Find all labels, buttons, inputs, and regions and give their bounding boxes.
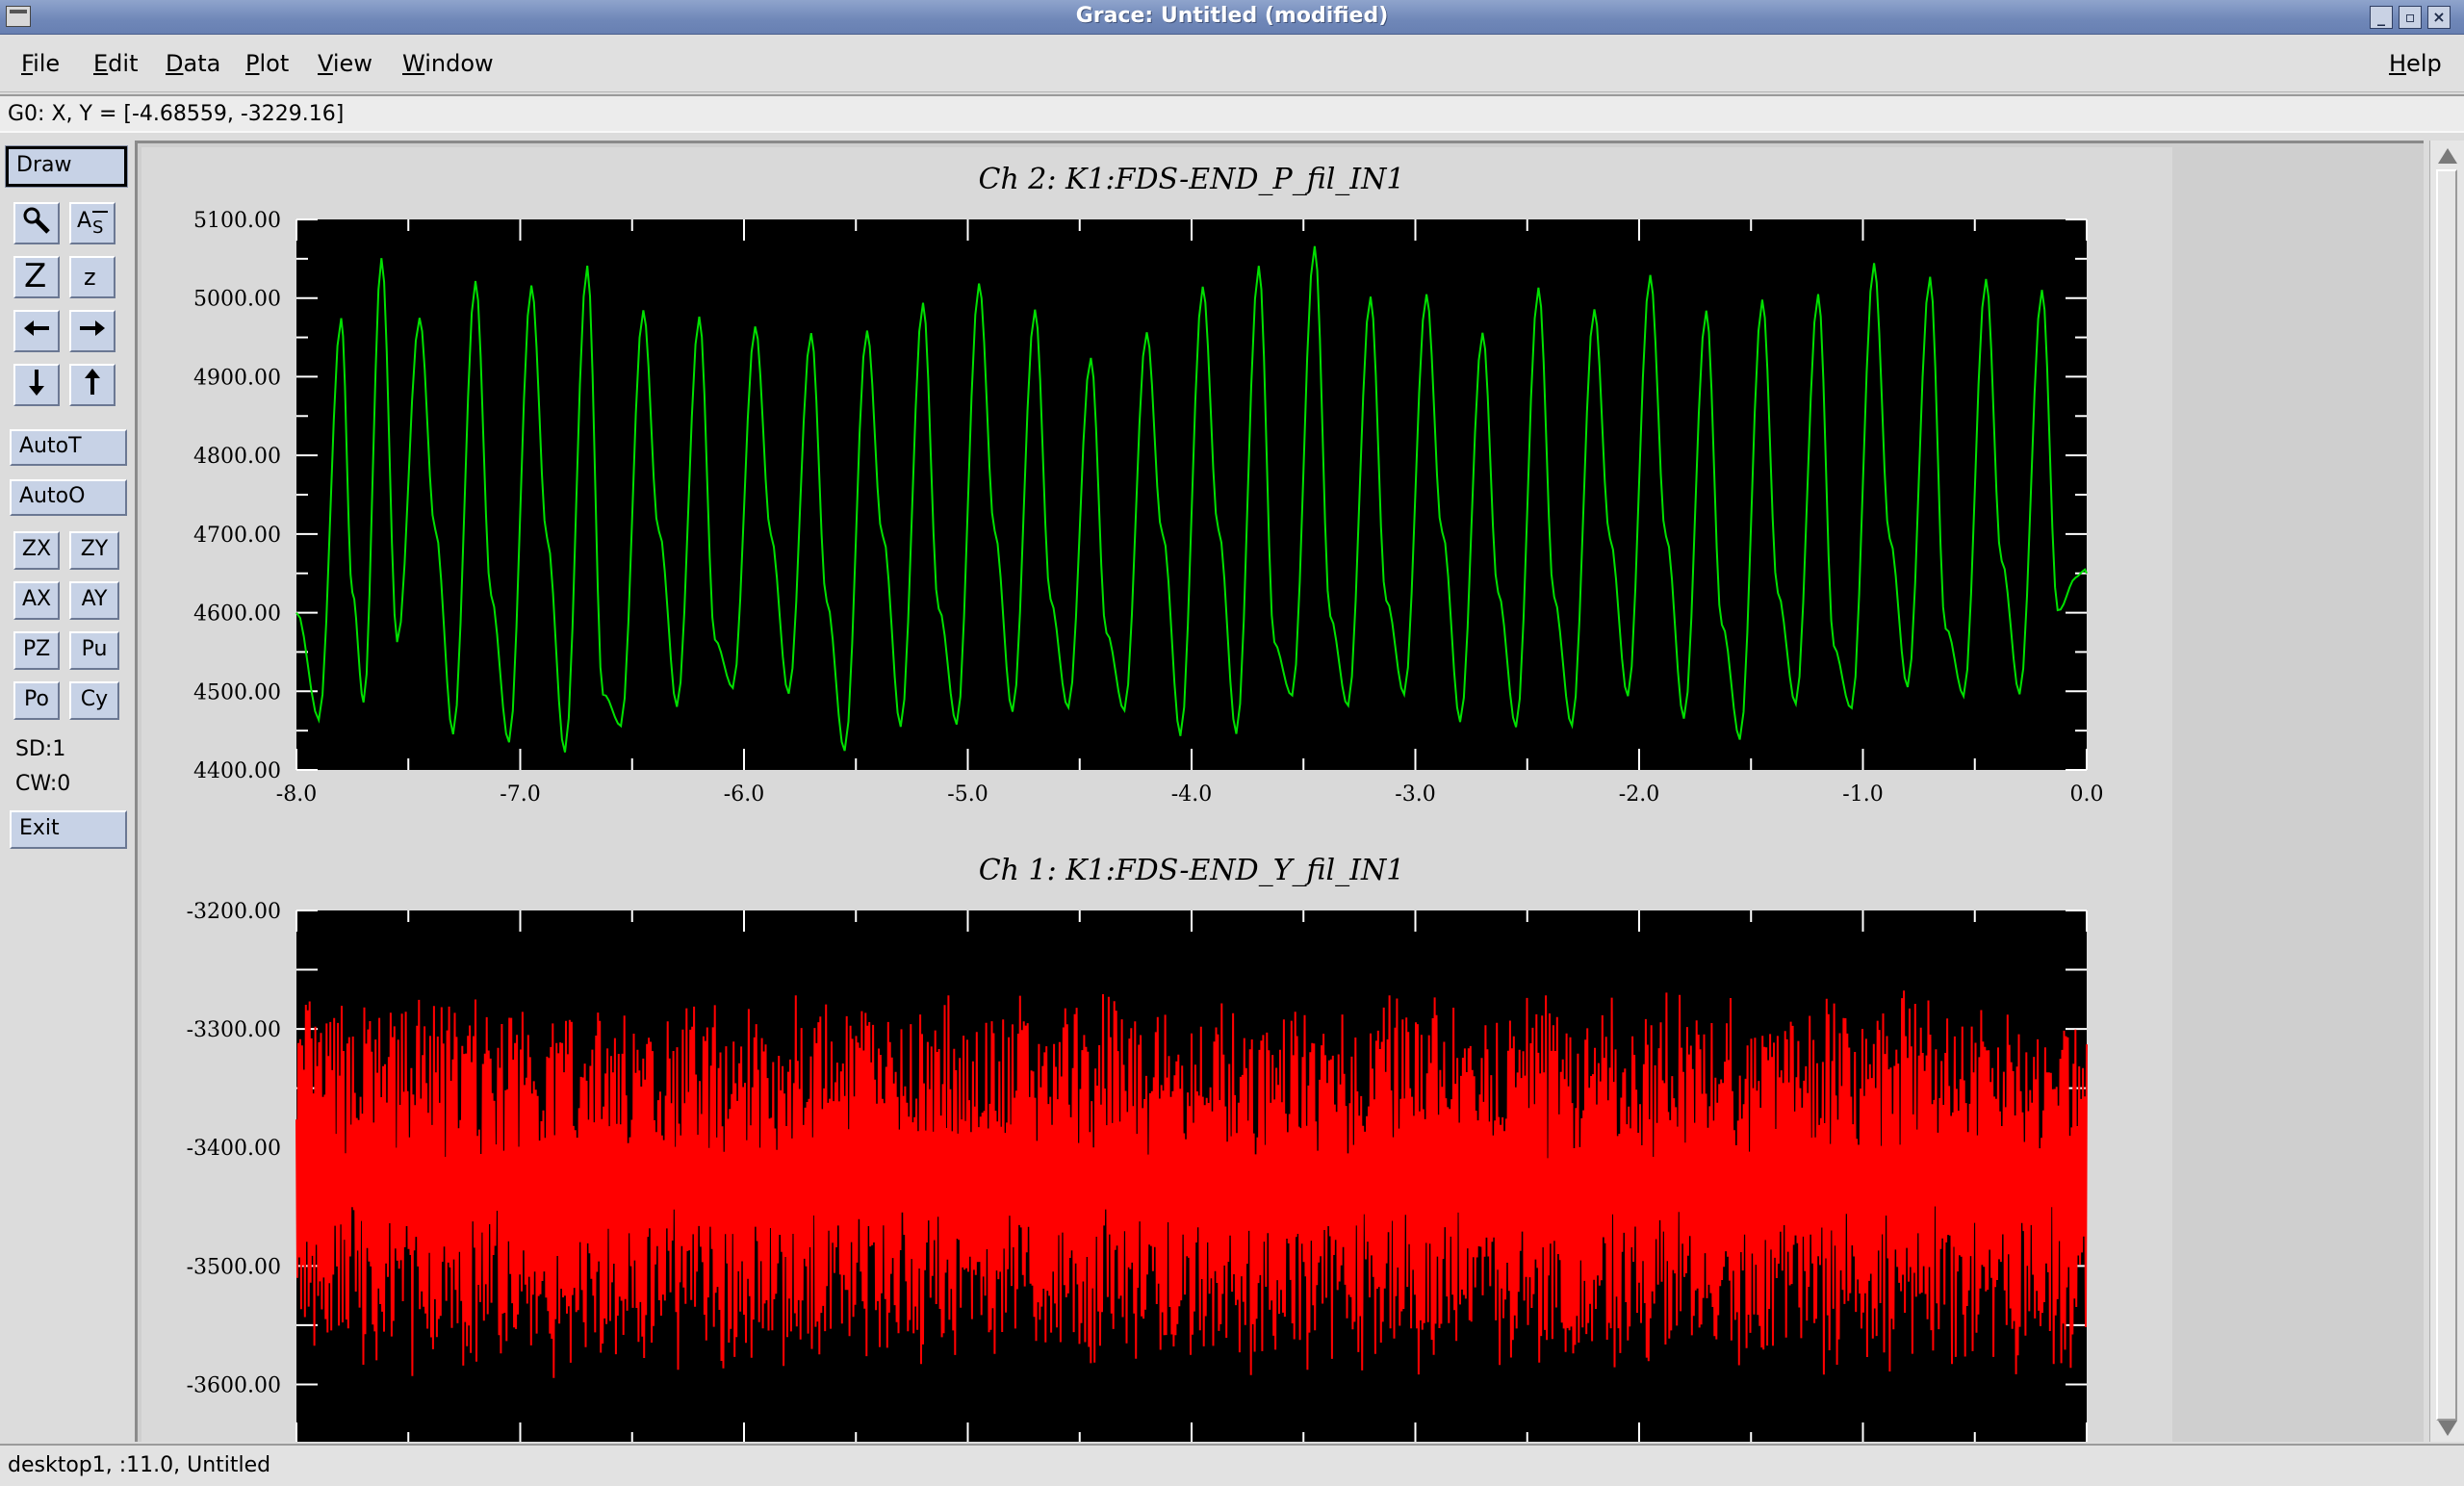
zoom-in-icon[interactable]: Z — [13, 256, 60, 298]
svg-text:z: z — [84, 264, 96, 291]
zoom-y-button[interactable]: ZY — [69, 531, 119, 570]
scroll-thumb[interactable] — [2436, 169, 2457, 1421]
zoom-out-icon[interactable]: z — [69, 256, 116, 298]
arrow-down-icon[interactable] — [13, 364, 60, 406]
menu-window[interactable]: Window — [402, 50, 494, 77]
y-tick-label: -3300.00 — [187, 1018, 281, 1042]
pop-button[interactable]: Po — [13, 681, 60, 720]
scroll-down-icon[interactable] — [2438, 1421, 2457, 1436]
scroll-up-icon[interactable] — [2438, 148, 2457, 164]
x-tick-label: -8.0 — [276, 782, 317, 807]
window-title: Grace: Untitled (modified) — [1075, 4, 1389, 28]
vertical-scrollbar[interactable] — [2429, 141, 2464, 1442]
arrow-up-icon[interactable] — [69, 364, 116, 406]
autotick-button[interactable]: AutoT — [10, 429, 127, 466]
autoscale-y-button[interactable]: AY — [69, 581, 119, 620]
magnify-icon[interactable] — [13, 202, 60, 244]
y-tick-label: 5100.00 — [193, 209, 281, 233]
y-tick-label: -3500.00 — [187, 1255, 281, 1279]
plot-canvas[interactable]: Ch 2: K1:FDS-END_P_fil_IN1 4400.00 4500.00… — [135, 141, 2424, 1442]
maximize-button[interactable]: ▫ — [2399, 6, 2422, 29]
y-tick-label: 4400.00 — [193, 759, 281, 783]
autoscale-x-button[interactable]: AX — [13, 581, 60, 620]
push-button[interactable]: Pu — [69, 631, 119, 670]
x-tick-label: -6.0 — [724, 782, 764, 807]
cycle-button[interactable]: Cy — [69, 681, 119, 720]
locator-bar: G0: X, Y = [-4.68559, -3229.16] — [0, 94, 2464, 133]
exit-button[interactable]: Exit — [10, 810, 127, 849]
arrow-left-icon[interactable] — [13, 310, 60, 352]
y-tick-label: -3600.00 — [187, 1373, 281, 1397]
stack-depth-label: SD:1 — [15, 737, 66, 761]
chart-title: Ch 2: K1:FDS-END_P_fil_IN1 — [979, 163, 1405, 196]
x-tick-label: -7.0 — [500, 782, 540, 807]
current-world-label: CW:0 — [15, 772, 71, 796]
y-tick-label: 4700.00 — [193, 524, 281, 548]
svg-text:Z: Z — [24, 258, 46, 291]
y-tick-label: 4600.00 — [193, 602, 281, 627]
push-zoom-button[interactable]: PZ — [13, 631, 60, 670]
x-tick-label: -4.0 — [1171, 782, 1212, 807]
chart-title: Ch 1: K1:FDS-END_Y_fil_IN1 — [979, 854, 1405, 887]
minimize-button[interactable]: _ — [2370, 6, 2393, 29]
close-button[interactable]: × — [2427, 6, 2451, 29]
graph-area[interactable]: Ch 2: K1:FDS-END_P_fil_IN1 4400.00 4500.00… — [138, 143, 2424, 1442]
menu-edit[interactable]: Edit — [93, 50, 138, 77]
window-title-bar[interactable]: Grace: Untitled (modified) _ ▫ × — [0, 0, 2464, 35]
menu-file[interactable]: File — [21, 50, 60, 77]
tool-panel: Draw AS Z z AutoT AutoO ZX ZY AX AY PZ P… — [0, 137, 133, 1442]
menu-bar: File Edit Data Plot View Window Help — [0, 35, 2464, 92]
x-tick-label: -3.0 — [1395, 782, 1435, 807]
status-text: desktop1, :11.0, Untitled — [8, 1453, 271, 1477]
y-tick-label: 4900.00 — [193, 366, 281, 390]
x-tick-label: -2.0 — [1619, 782, 1659, 807]
arrow-right-icon[interactable] — [69, 310, 116, 352]
autoscale-string-icon[interactable]: AS — [69, 202, 116, 244]
locator-text: G0: X, Y = [-4.68559, -3229.16] — [8, 102, 345, 126]
zoom-x-button[interactable]: ZX — [13, 531, 60, 570]
x-tick-label: -1.0 — [1842, 782, 1883, 807]
y-tick-label: 4500.00 — [193, 680, 281, 705]
svg-text:A: A — [77, 209, 91, 233]
y-tick-label: -3200.00 — [187, 900, 281, 924]
x-tick-label: 0.0 — [2070, 782, 2104, 807]
autoorigin-button[interactable]: AutoO — [10, 479, 127, 516]
status-bar: desktop1, :11.0, Untitled — [0, 1444, 2464, 1486]
x-tick-label: -5.0 — [947, 782, 988, 807]
menu-view[interactable]: View — [318, 50, 372, 77]
svg-text:S: S — [92, 218, 103, 237]
y-tick-label: 4800.00 — [193, 445, 281, 469]
menu-data[interactable]: Data — [166, 50, 220, 77]
y-tick-label: -3400.00 — [187, 1137, 281, 1161]
menu-plot[interactable]: Plot — [245, 50, 289, 77]
y-tick-label: 5000.00 — [193, 288, 281, 312]
draw-button[interactable]: Draw — [5, 145, 128, 188]
menu-help[interactable]: Help — [2389, 50, 2442, 77]
